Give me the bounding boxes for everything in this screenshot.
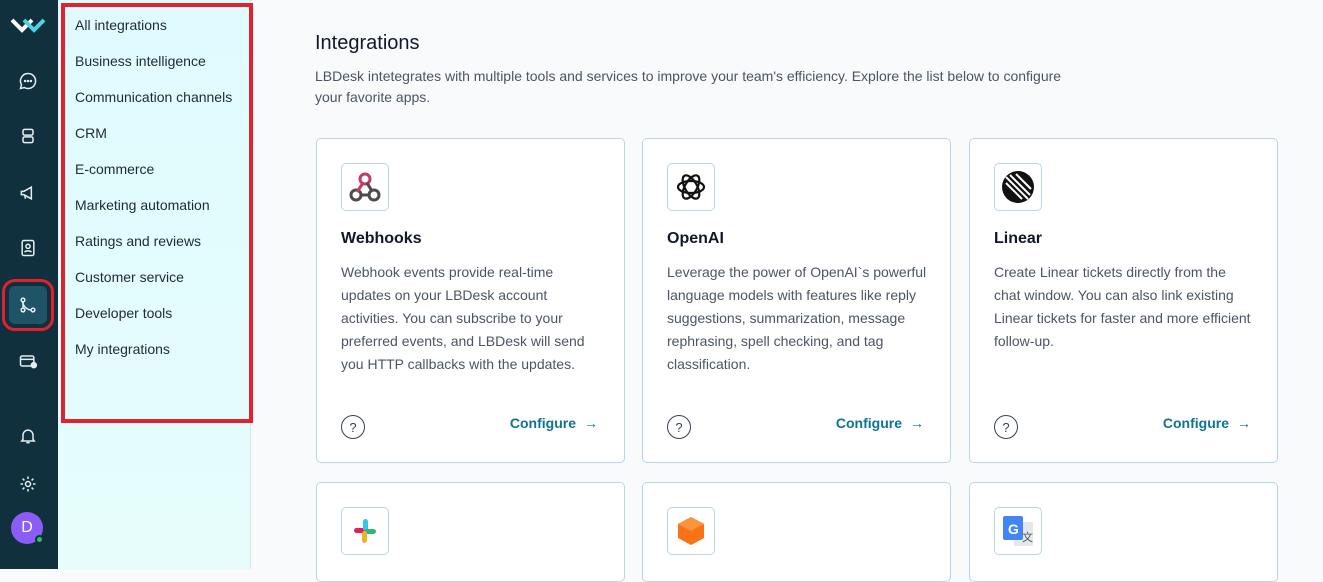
google-translate-icon: G文 <box>994 507 1042 555</box>
card-description: Leverage the power of OpenAI`s powerful … <box>667 264 927 372</box>
card-description: Create Linear tickets directly from the … <box>994 264 1251 349</box>
configure-label: Configure <box>509 415 576 431</box>
bell-icon[interactable] <box>9 417 47 455</box>
configure-label: Configure <box>1162 415 1229 431</box>
openai-icon <box>667 163 715 211</box>
integration-card-box[interactable] <box>642 482 951 582</box>
sidebar-item-all-integrations[interactable]: All integrations <box>75 15 167 35</box>
card-description: Webhook events provide real-time updates… <box>341 264 585 372</box>
card-name: Webhooks <box>341 230 422 247</box>
database-icon[interactable] <box>9 117 47 155</box>
page-title: Integrations <box>315 32 420 54</box>
page-description: LBDesk intetegrates with multiple tools … <box>315 68 1062 105</box>
integration-card-webhooks[interactable]: Webhooks Webhook events provide real-tim… <box>316 138 625 463</box>
main-content: Integrations LBDesk intetegrates with mu… <box>252 0 1323 582</box>
gear-icon[interactable] <box>9 465 47 503</box>
sidebar-item-my-integrations[interactable]: My integrations <box>75 339 170 359</box>
help-icon[interactable]: ? <box>341 415 365 439</box>
sidebar-item-developer-tools[interactable]: Developer tools <box>75 303 172 323</box>
sidebar-item-communication-channels[interactable]: Communication channels <box>75 87 232 107</box>
configure-button[interactable]: Configure → <box>1163 415 1251 431</box>
wallet-icon[interactable] <box>9 342 47 380</box>
integration-card-google-translate[interactable]: G文 <box>969 482 1278 582</box>
webhooks-icon <box>341 163 389 211</box>
chat-icon[interactable] <box>9 62 47 100</box>
svg-text:G: G <box>1008 521 1019 537</box>
sidebar-item-customer-service[interactable]: Customer service <box>75 267 184 287</box>
arrow-right-icon: → <box>584 415 598 431</box>
integration-card-openai[interactable]: OpenAI Leverage the power of OpenAI`s po… <box>642 138 951 463</box>
sidebar-item-crm[interactable]: CRM <box>75 123 107 143</box>
integration-card-slack[interactable] <box>316 482 625 582</box>
help-icon[interactable]: ? <box>994 415 1018 439</box>
integrations-category-sidebar: All integrations Business intelligence C… <box>58 0 253 569</box>
card-name: OpenAI <box>667 230 724 247</box>
configure-button[interactable]: Configure → <box>836 415 924 431</box>
linear-icon <box>994 163 1042 211</box>
sidebar-item-ratings-and-reviews[interactable]: Ratings and reviews <box>75 231 201 251</box>
arrow-right-icon: → <box>910 415 924 431</box>
help-icon[interactable]: ? <box>667 415 691 439</box>
slack-icon <box>341 507 389 555</box>
megaphone-icon[interactable] <box>9 174 47 212</box>
sidebar-item-business-intelligence[interactable]: Business intelligence <box>75 51 206 71</box>
logo-icon[interactable] <box>10 12 46 38</box>
arrow-right-icon: → <box>1237 415 1251 431</box>
sidebar-item-e-commerce[interactable]: E-commerce <box>75 159 154 179</box>
integrations-icon[interactable] <box>2 279 54 331</box>
icon-rail: D <box>0 0 58 569</box>
box-icon <box>667 507 715 555</box>
card-name: Linear <box>994 230 1043 247</box>
avatar[interactable]: D <box>11 512 44 544</box>
contacts-icon[interactable] <box>9 229 47 267</box>
svg-text:文: 文 <box>1022 530 1033 544</box>
integration-card-linear[interactable]: Linear Create Linear tickets directly fr… <box>969 138 1278 463</box>
configure-button[interactable]: Configure → <box>510 415 598 431</box>
avatar-initial: D <box>21 519 33 536</box>
online-status-dot <box>35 535 44 544</box>
sidebar-item-marketing-automation[interactable]: Marketing automation <box>75 195 210 215</box>
configure-label: Configure <box>835 415 902 431</box>
